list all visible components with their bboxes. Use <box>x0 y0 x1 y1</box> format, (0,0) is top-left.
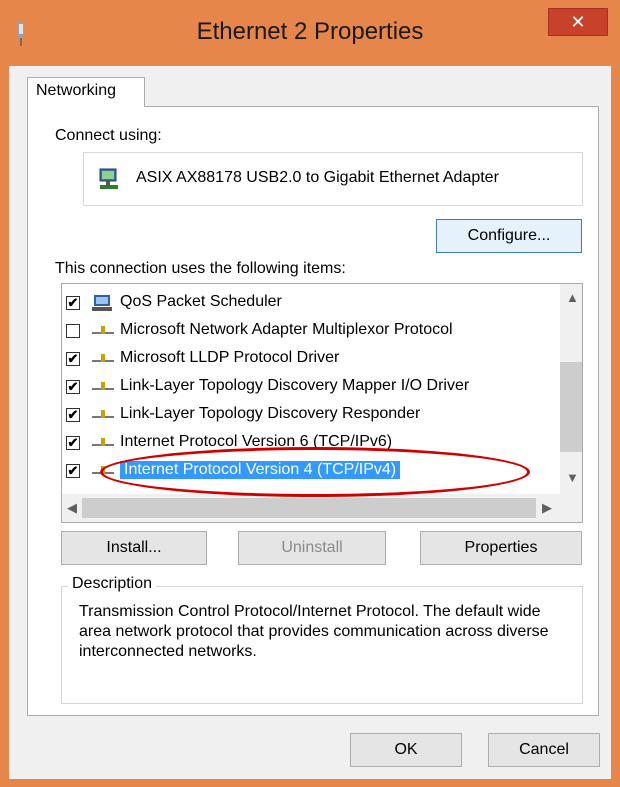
protocol-icon <box>92 354 114 362</box>
checkbox[interactable]: ✔ <box>66 436 80 450</box>
properties-label: Properties <box>464 539 538 556</box>
list-item[interactable]: ✔ Link-Layer Topology Discovery Mapper I… <box>62 373 542 401</box>
title-bar[interactable]: Ethernet 2 Properties ✕ <box>0 0 620 66</box>
adapter-field: ASIX AX88178 USB2.0 to Gigabit Ethernet … <box>83 152 583 206</box>
ok-button[interactable]: OK <box>350 733 462 767</box>
checkbox[interactable]: ✔ <box>66 380 80 394</box>
uninstall-label: Uninstall <box>281 539 343 556</box>
checkbox[interactable]: ✔ <box>66 352 80 366</box>
list-item[interactable]: ✔ QoS Packet Scheduler <box>62 289 542 317</box>
install-label: Install... <box>106 539 162 556</box>
network-adapter-icon <box>99 168 118 189</box>
list-item[interactable]: ✔ Internet Protocol Version 6 (TCP/IPv6) <box>62 429 542 457</box>
configure-label: Configure... <box>467 227 551 244</box>
description-legend: Description <box>68 575 157 593</box>
install-button[interactable]: Install... <box>61 531 207 565</box>
protocol-icon <box>92 326 114 334</box>
close-button[interactable]: ✕ <box>548 8 608 36</box>
horizontal-scrollbar[interactable]: ◀ ▶ <box>62 494 562 522</box>
list-item[interactable]: ✔ Link-Layer Topology Discovery Responde… <box>62 401 542 429</box>
scroll-right-icon[interactable]: ▶ <box>542 500 552 516</box>
vertical-scroll-thumb[interactable] <box>560 362 582 452</box>
scroll-left-icon[interactable]: ◀ <box>67 500 77 516</box>
list-item-selected[interactable]: ✔ Internet Protocol Version 4 (TCP/IPv4) <box>62 457 542 485</box>
checkbox[interactable] <box>66 324 80 338</box>
protocol-icon <box>92 438 114 446</box>
tab-networking[interactable]: Networking <box>27 77 145 107</box>
scroll-down-icon[interactable]: ▼ <box>566 470 579 485</box>
item-label: Internet Protocol Version 6 (TCP/IPv6) <box>120 433 393 450</box>
checkbox[interactable]: ✔ <box>66 296 80 310</box>
configure-button[interactable]: Configure... <box>436 219 582 253</box>
item-label: Link-Layer Topology Discovery Mapper I/O… <box>120 377 470 394</box>
list-item[interactable]: ✔ Microsoft LLDP Protocol Driver <box>62 345 542 373</box>
adapter-name: ASIX AX88178 USB2.0 to Gigabit Ethernet … <box>136 169 499 186</box>
connect-using-label: Connect using: <box>55 127 162 144</box>
close-icon: ✕ <box>570 12 586 32</box>
items-list[interactable]: ✔ QoS Packet Scheduler Microsoft Network… <box>61 283 583 523</box>
list-item[interactable]: Microsoft Network Adapter Multiplexor Pr… <box>62 317 542 345</box>
item-label: Internet Protocol Version 4 (TCP/IPv4) <box>120 461 401 479</box>
item-label: QoS Packet Scheduler <box>120 293 282 310</box>
ok-label: OK <box>394 741 418 758</box>
description-text: Transmission Control Protocol/Internet P… <box>79 603 549 660</box>
window-title: Ethernet 2 Properties <box>196 18 424 45</box>
properties-window: Ethernet 2 Properties ✕ Networking Conne… <box>0 0 620 787</box>
items-label: This connection uses the following items… <box>55 260 346 277</box>
protocol-icon <box>92 466 114 474</box>
protocol-icon <box>92 410 114 418</box>
properties-button[interactable]: Properties <box>420 531 582 565</box>
checkbox[interactable]: ✔ <box>66 408 80 422</box>
item-label: Microsoft LLDP Protocol Driver <box>120 349 340 366</box>
checkbox[interactable]: ✔ <box>66 464 80 478</box>
protocol-icon <box>92 382 114 390</box>
cancel-button[interactable]: Cancel <box>488 733 600 767</box>
scrollbar-corner <box>560 494 582 522</box>
qos-scheduler-icon <box>92 295 112 311</box>
horizontal-scroll-thumb[interactable] <box>82 498 536 518</box>
cancel-label: Cancel <box>519 741 569 758</box>
item-label: Microsoft Network Adapter Multiplexor Pr… <box>120 321 453 338</box>
vertical-scrollbar[interactable]: ▲ ▼ <box>560 284 582 494</box>
item-label: Link-Layer Topology Discovery Responder <box>120 405 421 422</box>
uninstall-button: Uninstall <box>238 531 386 565</box>
scroll-up-icon[interactable]: ▲ <box>566 290 579 305</box>
